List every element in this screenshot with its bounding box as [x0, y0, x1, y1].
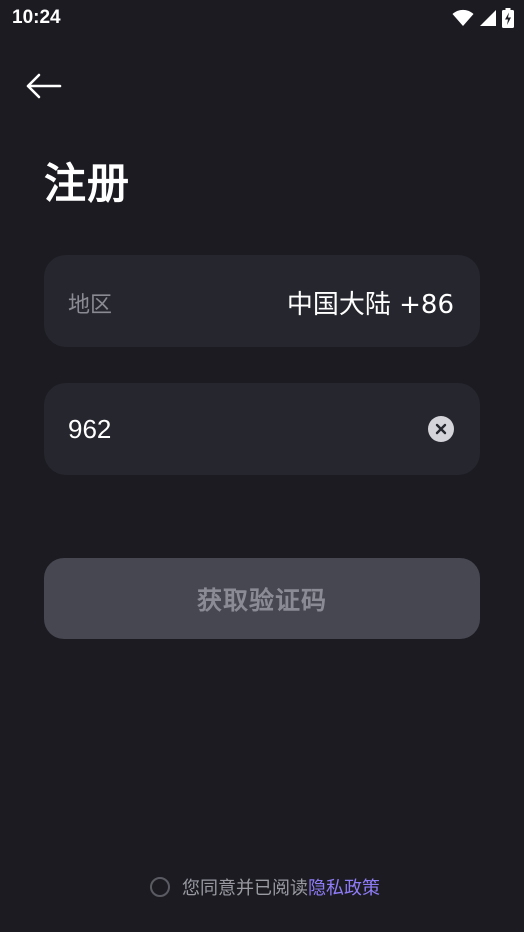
- battery-charging-icon: [502, 8, 514, 28]
- status-bar: 10:24: [0, 0, 524, 36]
- arrow-left-icon: [26, 73, 62, 99]
- privacy-agreement: 您同意并已阅读隐私政策: [0, 874, 524, 900]
- phone-field-container: [44, 383, 480, 475]
- back-button[interactable]: [20, 66, 66, 106]
- agreement-text: 您同意并已阅读隐私政策: [182, 874, 380, 900]
- agreement-prefix: 您同意并已阅读: [182, 878, 308, 899]
- agree-checkbox[interactable]: [150, 877, 170, 897]
- region-selector[interactable]: 地区 中国大陆 +86: [44, 255, 480, 347]
- privacy-policy-link[interactable]: 隐私政策: [308, 878, 380, 899]
- wifi-icon: [452, 9, 474, 26]
- register-screen: 10:24 注册 地区 中国大陆 +86 962 获取验证码 您同意并已阅读隐私…: [0, 0, 524, 932]
- cell-signal-icon: [480, 10, 496, 26]
- status-icons: [452, 6, 514, 30]
- clear-circle-icon: [435, 423, 447, 435]
- phone-input[interactable]: [68, 409, 398, 449]
- status-time: 10:24: [12, 7, 61, 28]
- page-title: 注册: [44, 159, 131, 208]
- get-verification-code-button[interactable]: 获取验证码: [44, 558, 480, 639]
- region-label: 地区: [68, 293, 113, 318]
- region-value: 中国大陆 +86: [286, 290, 454, 320]
- clear-button[interactable]: [428, 416, 454, 442]
